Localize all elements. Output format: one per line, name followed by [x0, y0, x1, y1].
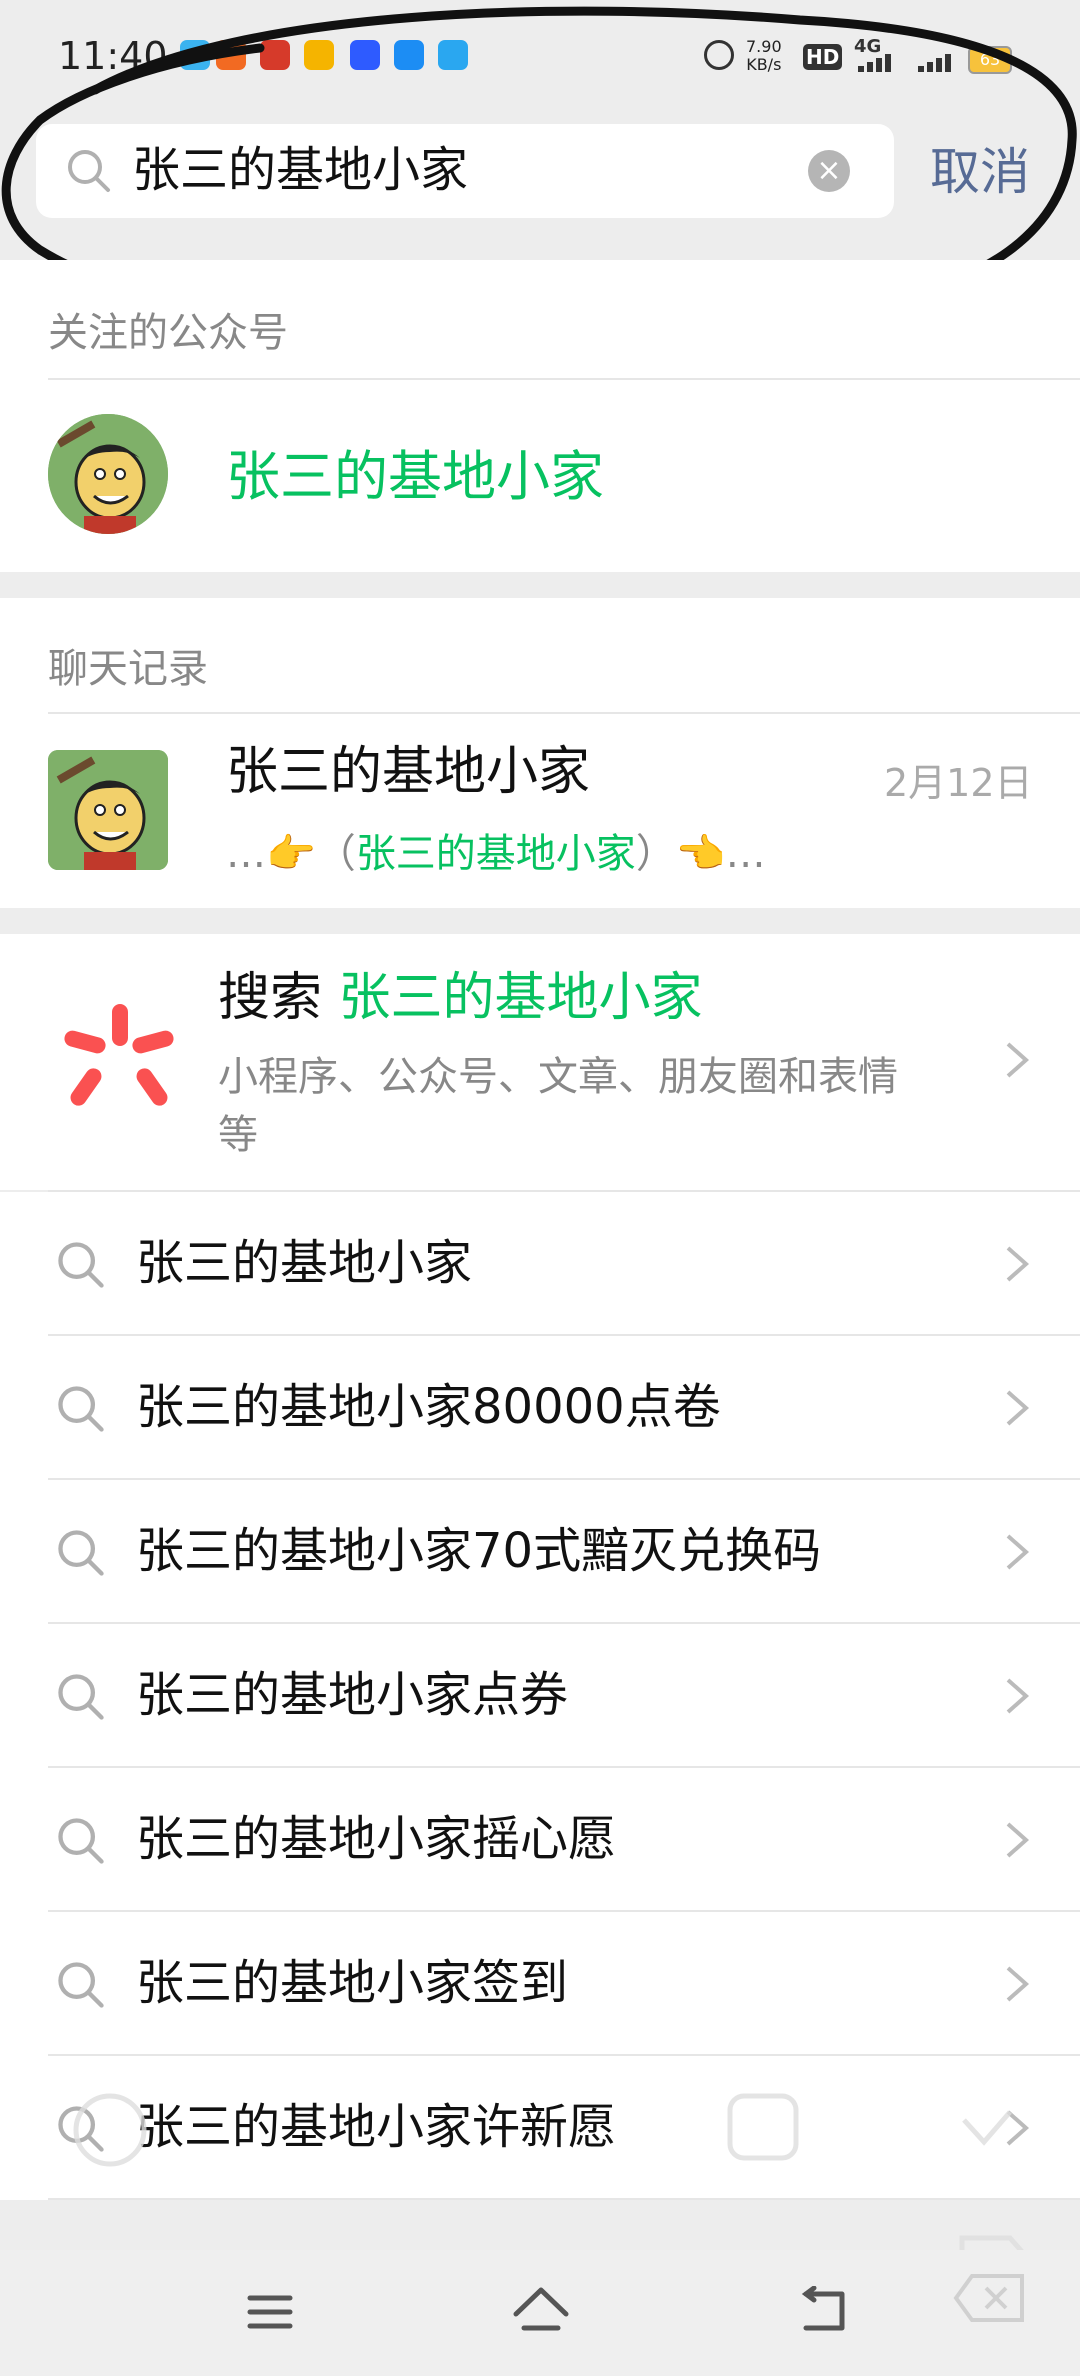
keyboard-overlay: [73, 2093, 1024, 2250]
back-icon[interactable]: [796, 2286, 852, 2336]
home-icon[interactable]: [510, 2284, 572, 2336]
search-more-highlight: 张三的基地小家: [338, 968, 703, 1028]
chat-name: 张三的基地小家: [226, 742, 591, 802]
chevron-right-icon: [1006, 1246, 1030, 1282]
chat-date: 2月12日: [884, 761, 1033, 805]
chevron-right-icon: [1006, 1678, 1030, 1714]
search-network-item[interactable]: 搜索 张三的基地小家 小程序、公众号、文章、朋友圈和表情等: [0, 934, 1080, 1190]
chevron-right-icon: [1006, 1390, 1030, 1426]
search-icon: [58, 1818, 104, 1864]
avatar: [48, 414, 168, 534]
chat-snippet-highlight: 张三的基地小家: [355, 831, 636, 877]
search-icon: [58, 1386, 104, 1432]
suggestion-row[interactable]: 张三的基地小家点券: [0, 1624, 1080, 1768]
search-logo-icon: [64, 1004, 174, 1106]
suggestion-row[interactable]: 张三的基地小家摇心愿: [0, 1768, 1080, 1912]
menu-icon[interactable]: [246, 2292, 294, 2332]
suggestion-text: 张三的基地小家80000点卷: [136, 1379, 721, 1435]
suggestion-row[interactable]: 张三的基地小家70式黯灭兑换码: [0, 1480, 1080, 1624]
section-title-chat-records: 聊天记录: [48, 646, 208, 692]
official-account-name: 张三的基地小家: [226, 445, 604, 508]
chevron-right-icon: [1006, 1042, 1030, 1078]
search-more-prefix: 搜索: [218, 968, 323, 1028]
suggestion-row[interactable]: 张三的基地小家: [0, 1192, 1080, 1336]
chat-snippet-suffix: ）👈…: [635, 831, 766, 877]
chat-snippet: …👉（张三的基地小家）👈…: [226, 826, 766, 882]
search-icon: [58, 1530, 104, 1576]
section-title-official-accounts: 关注的公众号: [48, 310, 288, 356]
chat-record-item[interactable]: 张三的基地小家 2月12日 …👉（张三的基地小家）👈…: [0, 714, 1080, 908]
suggestion-text: 张三的基地小家点券: [136, 1667, 569, 1723]
search-more-subtitle: 小程序、公众号、文章、朋友圈和表情等: [218, 1054, 898, 1158]
search-icon: [58, 1242, 104, 1288]
chevron-right-icon: [1006, 1534, 1030, 1570]
suggestion-text: 张三的基地小家摇心愿: [136, 1811, 617, 1867]
chat-snippet-prefix: …👉（: [226, 831, 356, 877]
official-account-item[interactable]: 张三的基地小家: [0, 380, 1080, 570]
search-icon: [58, 1674, 104, 1720]
chevron-right-icon: [1006, 1822, 1030, 1858]
suggestion-row[interactable]: 张三的基地小家80000点卷: [0, 1336, 1080, 1480]
suggestion-text: 张三的基地小家: [136, 1235, 473, 1291]
chat-avatar: [48, 750, 168, 870]
search-more-title: 搜索 张三的基地小家: [218, 964, 703, 1032]
system-navigation-bar: [0, 2250, 1080, 2376]
keyboard-delete-icon: [953, 2274, 1024, 2322]
suggestion-text: 张三的基地小家70式黯灭兑换码: [136, 1523, 822, 1579]
